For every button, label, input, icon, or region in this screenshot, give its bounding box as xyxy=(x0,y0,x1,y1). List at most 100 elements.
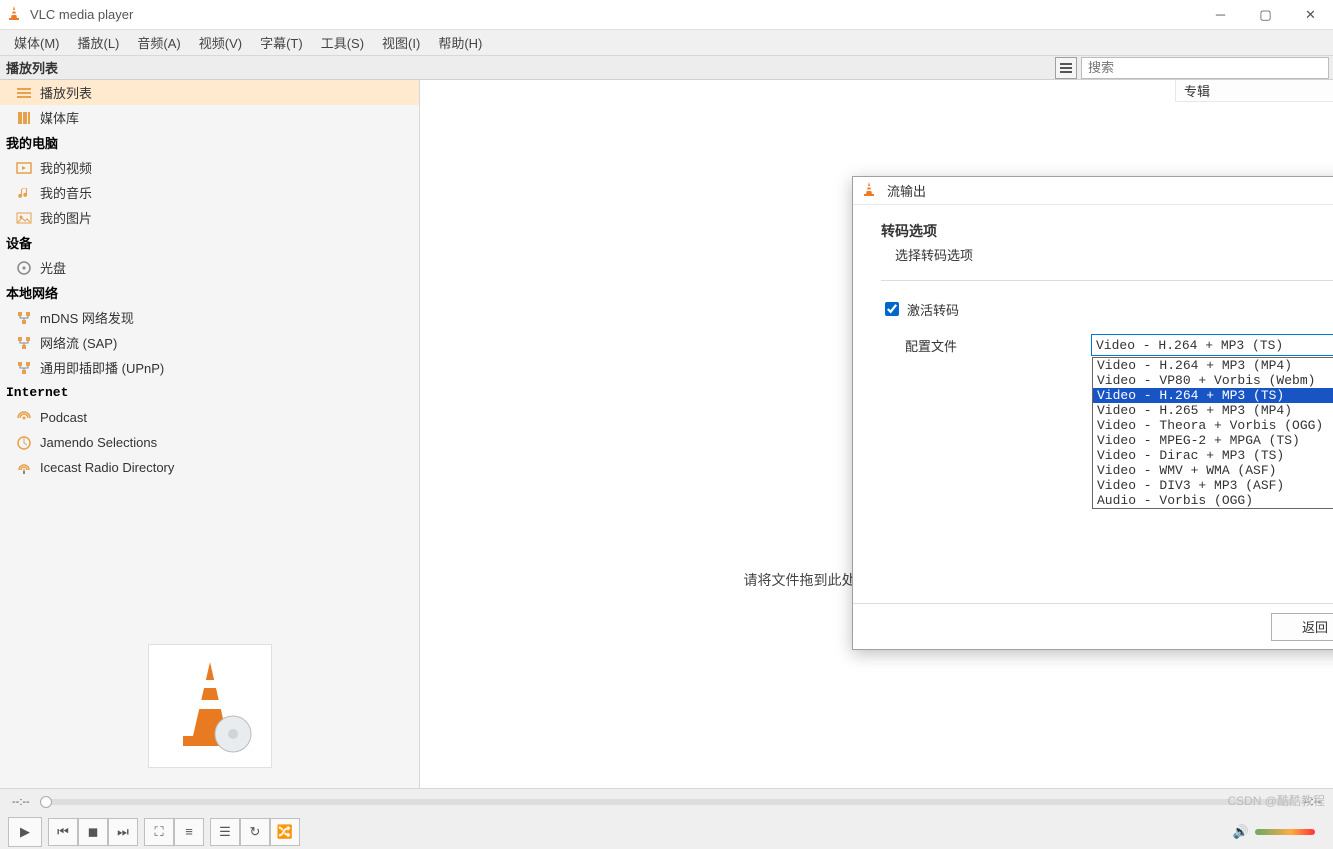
window-maximize-button[interactable]: ▢ xyxy=(1243,0,1288,30)
sidebar-item-label: 媒体库 xyxy=(40,108,79,127)
sidebar-item-label: 我的视频 xyxy=(40,158,92,177)
sidebar-section: 设备 xyxy=(0,230,419,255)
video-icon xyxy=(16,160,32,176)
sidebar-section: 本地网络 xyxy=(0,280,419,305)
volume-slider[interactable] xyxy=(1255,829,1315,835)
time-elapsed: --:-- xyxy=(12,796,30,808)
sidebar-item-label: Podcast xyxy=(40,410,87,425)
volume-icon[interactable]: 🔊 xyxy=(1233,824,1249,840)
profile-option[interactable]: Video - H.264 + MP3 (TS) xyxy=(1093,388,1333,403)
bottom-panel: --:-- --:-- ▶ ⏮ ◼ ⏭ ⛶ ≡ ☰ ↻ 🔀 🔊 xyxy=(0,788,1333,849)
profile-combobox[interactable]: Video - H.264 + MP3 (TS) ▼ ▲ ▼ Video - H… xyxy=(1091,334,1333,356)
profile-option[interactable]: Video - Theora + Vorbis (OGG) xyxy=(1093,418,1333,433)
sidebar-item-label: 通用即插即播 (UPnP) xyxy=(40,358,164,377)
next-button-media[interactable]: ⏭ xyxy=(108,818,138,846)
sidebar-item-label: 网络流 (SAP) xyxy=(40,333,117,352)
vlc-logo-large xyxy=(148,644,272,768)
menu-subtitle[interactable]: 字幕(T) xyxy=(252,31,311,54)
profile-selected-value: Video - H.264 + MP3 (TS) xyxy=(1096,338,1283,353)
net-icon xyxy=(16,310,32,326)
sidebar-item[interactable]: 网络流 (SAP) xyxy=(0,330,419,355)
content-area: 专辑 请将文件拖到此处，或从左侧选择媒体源。 流输出 ? ✕ 转码选项 选择转码… xyxy=(420,80,1333,788)
sidebar: 播放列表媒体库我的电脑我的视频我的音乐我的图片设备光盘本地网络 mDNS 网络发现… xyxy=(0,80,420,788)
vlc-cone-icon xyxy=(6,5,22,24)
dialog-title: 流输出 xyxy=(883,181,1333,200)
window-minimize-button[interactable]: ─ xyxy=(1198,0,1243,30)
watermark: CSDN @酷酷教程 xyxy=(1227,792,1325,809)
disc-icon xyxy=(16,260,32,276)
profile-option[interactable]: Video - DIV3 + MP3 (ASF) xyxy=(1093,478,1333,493)
profile-option[interactable]: Video - H.264 + MP3 (MP4) xyxy=(1093,358,1333,373)
window-title: VLC media player xyxy=(30,7,1198,22)
sidebar-item[interactable]: 我的音乐 xyxy=(0,180,419,205)
activate-transcode-label: 激活转码 xyxy=(907,300,959,319)
sidebar-item-label: mDNS 网络发现 xyxy=(40,308,134,327)
sidebar-item[interactable]: 媒体库 xyxy=(0,105,419,130)
sidebar-section: Internet xyxy=(0,380,419,405)
sidebar-item[interactable]: 我的图片 xyxy=(0,205,419,230)
vlc-cone-icon xyxy=(861,181,877,200)
profile-option[interactable]: Video - MPEG-2 + MPGA (TS) xyxy=(1093,433,1333,448)
menu-help[interactable]: 帮助(H) xyxy=(430,31,490,54)
playlist-header: 播放列表 xyxy=(0,56,1333,80)
sidebar-item-label: 播放列表 xyxy=(40,83,92,102)
loop-button[interactable]: ↻ xyxy=(240,818,270,846)
seek-slider[interactable] xyxy=(40,799,1294,805)
lib-icon xyxy=(16,110,32,126)
sidebar-item[interactable]: mDNS 网络发现 xyxy=(0,305,419,330)
stream-output-dialog: 流输出 ? ✕ 转码选项 选择转码选项 激活转码 配置文件 Video - H.… xyxy=(852,176,1333,650)
net-icon xyxy=(16,335,32,351)
playlist-header-title: 播放列表 xyxy=(0,58,420,77)
profile-option[interactable]: Video - WMV + WMA (ASF) xyxy=(1093,463,1333,478)
sidebar-item-label: Icecast Radio Directory xyxy=(40,460,174,475)
back-button[interactable]: 返回 xyxy=(1271,613,1333,641)
divider xyxy=(881,280,1333,281)
menu-media[interactable]: 媒体(M) xyxy=(6,31,68,54)
menu-audio[interactable]: 音频(A) xyxy=(129,31,188,54)
list-icon xyxy=(16,85,32,101)
image-icon xyxy=(16,210,32,226)
profile-label: 配置文件 xyxy=(881,336,1091,355)
menu-tools[interactable]: 工具(S) xyxy=(313,31,372,54)
previous-button[interactable]: ⏮ xyxy=(48,818,78,846)
profile-dropdown-list: ▲ ▼ Video - H.264 + MP3 (MP4)Video - VP8… xyxy=(1092,357,1333,509)
shuffle-button[interactable]: 🔀 xyxy=(270,818,300,846)
window-close-button[interactable]: ✕ xyxy=(1288,0,1333,30)
activate-transcode-checkbox[interactable] xyxy=(885,302,899,316)
music-icon xyxy=(16,185,32,201)
sidebar-item-label: 我的音乐 xyxy=(40,183,92,202)
jam-icon xyxy=(16,435,32,451)
profile-option[interactable]: Video - H.265 + MP3 (MP4) xyxy=(1093,403,1333,418)
playlist-toggle-button[interactable]: ☰ xyxy=(210,818,240,846)
search-input[interactable] xyxy=(1081,57,1329,79)
menubar: 媒体(M) 播放(L) 音频(A) 视频(V) 字幕(T) 工具(S) 视图(I… xyxy=(0,30,1333,56)
sidebar-item-label: Jamendo Selections xyxy=(40,435,157,450)
sidebar-item[interactable]: 通用即插即播 (UPnP) xyxy=(0,355,419,380)
sidebar-item[interactable]: 播放列表 xyxy=(0,80,419,105)
profile-option[interactable]: Video - VP80 + Vorbis (Webm) xyxy=(1093,373,1333,388)
column-header-album[interactable]: 专辑 xyxy=(1175,80,1333,102)
profile-option[interactable]: Audio - Vorbis (OGG) xyxy=(1093,493,1333,508)
sidebar-item[interactable]: Podcast xyxy=(0,405,419,430)
view-mode-button[interactable] xyxy=(1055,57,1077,79)
ice-icon xyxy=(16,460,32,476)
sidebar-item[interactable]: 光盘 xyxy=(0,255,419,280)
play-button[interactable]: ▶ xyxy=(8,817,42,847)
sidebar-item[interactable]: Icecast Radio Directory xyxy=(0,455,419,480)
sidebar-section: 我的电脑 xyxy=(0,130,419,155)
menu-playback[interactable]: 播放(L) xyxy=(70,31,128,54)
sidebar-item[interactable]: 我的视频 xyxy=(0,155,419,180)
stop-button[interactable]: ◼ xyxy=(78,818,108,846)
pod-icon xyxy=(16,410,32,426)
sidebar-item-label: 光盘 xyxy=(40,258,66,277)
net-icon xyxy=(16,360,32,376)
dialog-titlebar[interactable]: 流输出 ? ✕ xyxy=(853,177,1333,205)
menu-video[interactable]: 视频(V) xyxy=(191,31,250,54)
extended-settings-button[interactable]: ≡ xyxy=(174,818,204,846)
profile-option[interactable]: Video - Dirac + MP3 (TS) xyxy=(1093,448,1333,463)
sidebar-item[interactable]: Jamendo Selections xyxy=(0,430,419,455)
sidebar-item-label: 我的图片 xyxy=(40,208,92,227)
fullscreen-button[interactable]: ⛶ xyxy=(144,818,174,846)
menu-view[interactable]: 视图(I) xyxy=(374,31,428,54)
dialog-heading: 转码选项 xyxy=(881,221,1333,241)
